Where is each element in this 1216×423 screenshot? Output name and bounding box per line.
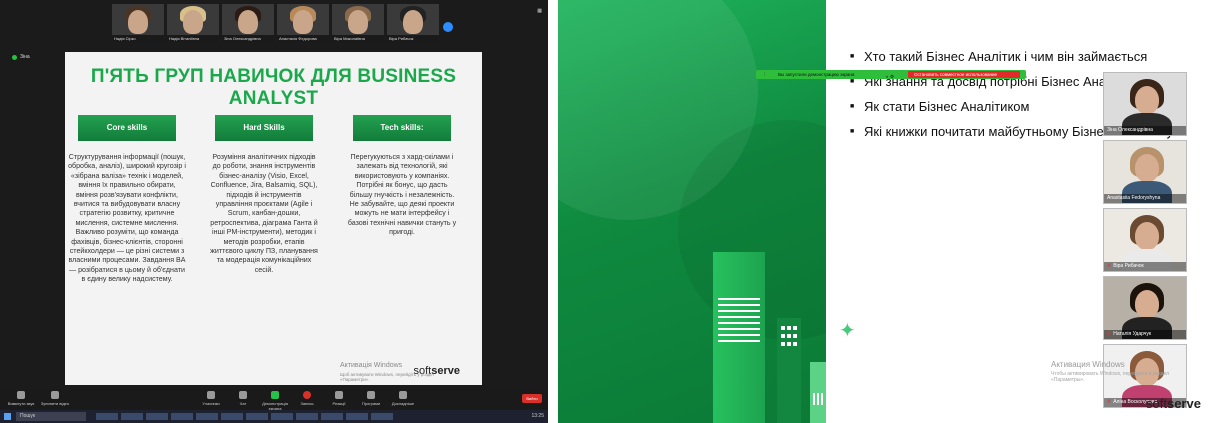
- chat-icon: [239, 391, 247, 399]
- column-body: Розуміння аналітичних підходів до роботи…: [210, 153, 318, 274]
- windows-start-icon[interactable]: [4, 413, 11, 420]
- taskbar-apps: [96, 413, 393, 420]
- stop-video-button[interactable]: Зупинити відео: [38, 391, 72, 406]
- zoom-screenshot-left: Надія Сірко Надія Віталіївна Зіна Олекса…: [0, 0, 548, 423]
- leave-button[interactable]: Вийти: [522, 394, 542, 403]
- windows-activation-watermark: Активация Windows: [1051, 360, 1125, 369]
- participant-thumb[interactable]: Зіна Олександрівна: [222, 4, 274, 42]
- skill-column-core: Core skills Структурування інформації (п…: [68, 115, 186, 285]
- share-screen-icon: [271, 391, 279, 399]
- building-illustration: [713, 252, 765, 423]
- skill-column-hard: Hard Skills Розуміння аналітичних підход…: [210, 115, 318, 275]
- drag-handle-icon[interactable]: ⋮: [762, 70, 767, 79]
- reactions-button[interactable]: Реакції: [322, 391, 356, 406]
- record-icon: [303, 391, 311, 399]
- building-illustration: [810, 362, 826, 423]
- camera-icon: [51, 391, 59, 399]
- record-button[interactable]: Запись: [290, 391, 324, 406]
- column-body: Перегукуються з хард-скілами і залежать …: [347, 153, 457, 237]
- taskbar-app[interactable]: [271, 413, 293, 420]
- taskbar-app[interactable]: [296, 413, 318, 420]
- participant-thumb[interactable]: Віра Миколаївна: [332, 4, 384, 42]
- column-header: Hard Skills: [215, 115, 313, 141]
- video-tile[interactable]: ✗ Віра Рибачок: [1103, 208, 1187, 272]
- sparkle-icon: ✦: [839, 320, 856, 342]
- participant-thumb[interactable]: Віра Рибачок: [387, 4, 439, 42]
- share-notice: Вы запустили демонстрацию экрана: [778, 72, 855, 77]
- apps-icon: [367, 391, 375, 399]
- taskbar-search-input[interactable]: Пошук: [16, 412, 86, 421]
- participant-thumb[interactable]: Надія Сірко: [112, 4, 164, 42]
- people-icon: [207, 391, 215, 399]
- microphone-icon: [17, 391, 25, 399]
- mic-muted-icon: ✗: [1107, 399, 1112, 405]
- participants-button[interactable]: Учасники: [194, 391, 228, 406]
- windows-taskbar: Пошук 13:25: [0, 410, 548, 423]
- participant-thumb[interactable]: Анастасія Федорова: [277, 4, 329, 42]
- meeting-toolbar: Вимкнути звук Зупинити відео Учасники Ча…: [0, 389, 548, 411]
- taskbar-app[interactable]: [246, 413, 268, 420]
- taskbar-clock: 13:25: [531, 413, 544, 419]
- skill-column-tech: Tech skills: Перегукуються з хард-скілам…: [348, 115, 456, 238]
- next-page-icon[interactable]: [443, 22, 453, 32]
- screen-share-bar[interactable]: ⋮ Вы запустили демонстрацию экрана ◐ ⚙ О…: [756, 70, 1026, 79]
- view-icon[interactable]: ▦: [537, 8, 542, 14]
- smiley-icon: [335, 391, 343, 399]
- presentation-slide: П'ЯТЬ ГРУП НАВИЧОК ДЛЯ BUSINESS ANALYST …: [65, 52, 482, 385]
- slide-green-panel: [558, 0, 826, 423]
- talking-indicator: Зіна: [12, 54, 30, 60]
- more-icon: [399, 391, 407, 399]
- mic-muted-icon: ✗: [1107, 331, 1112, 337]
- windows-activation-subtext: Щоб активувати Windows, перейдіть у розд…: [340, 372, 434, 382]
- share-screen-button[interactable]: Демонстрація екрана: [258, 391, 292, 411]
- column-header: Tech skills:: [353, 115, 451, 141]
- zoom-screenshot-right: ✦ Хто такий Бізнес Аналітик і чим він за…: [558, 0, 1216, 423]
- participant-strip: Надія Сірко Надія Віталіївна Зіна Олекса…: [112, 4, 439, 42]
- mic-muted-icon: ✗: [1107, 263, 1112, 269]
- building-illustration: [777, 318, 801, 423]
- more-button[interactable]: Докладніше: [386, 391, 420, 406]
- share-controls-icon[interactable]: ◐ ⚙: [886, 72, 900, 79]
- apps-button[interactable]: Програми: [354, 391, 388, 406]
- column-body: Структурування інформації (пошук, обробк…: [68, 153, 186, 284]
- chat-button[interactable]: Чат: [226, 391, 260, 406]
- stop-share-button[interactable]: Остановить совместное использование: [908, 71, 1020, 78]
- softserve-logo: softserve: [1146, 396, 1201, 411]
- windows-activation-subtext: Чтобы активировать Windows, перейдите в …: [1051, 371, 1170, 383]
- windows-activation-watermark: Активація Windows: [340, 362, 403, 369]
- video-tile[interactable]: Anastasiia Fedoryshyna: [1103, 140, 1187, 204]
- mute-button[interactable]: Вимкнути звук: [4, 391, 38, 406]
- video-tile[interactable]: ✗ Наталія Ударчук: [1103, 276, 1187, 340]
- participant-thumb[interactable]: Надія Віталіївна: [167, 4, 219, 42]
- column-header: Core skills: [78, 115, 176, 141]
- bullet-item: Хто такий Бізнес Аналітик і чим він займ…: [850, 48, 1210, 65]
- taskbar-app[interactable]: [371, 413, 393, 420]
- mic-active-icon: [12, 54, 17, 60]
- taskbar-app[interactable]: [146, 413, 168, 420]
- taskbar-app[interactable]: [96, 413, 118, 420]
- taskbar-app[interactable]: [171, 413, 193, 420]
- taskbar-app[interactable]: [321, 413, 343, 420]
- taskbar-app[interactable]: [196, 413, 218, 420]
- taskbar-app[interactable]: [346, 413, 368, 420]
- slide-title: П'ЯТЬ ГРУП НАВИЧОК ДЛЯ BUSINESS ANALYST: [90, 66, 457, 109]
- taskbar-app[interactable]: [221, 413, 243, 420]
- video-tile[interactable]: Зіна Олександрівна: [1103, 72, 1187, 136]
- taskbar-app[interactable]: [121, 413, 143, 420]
